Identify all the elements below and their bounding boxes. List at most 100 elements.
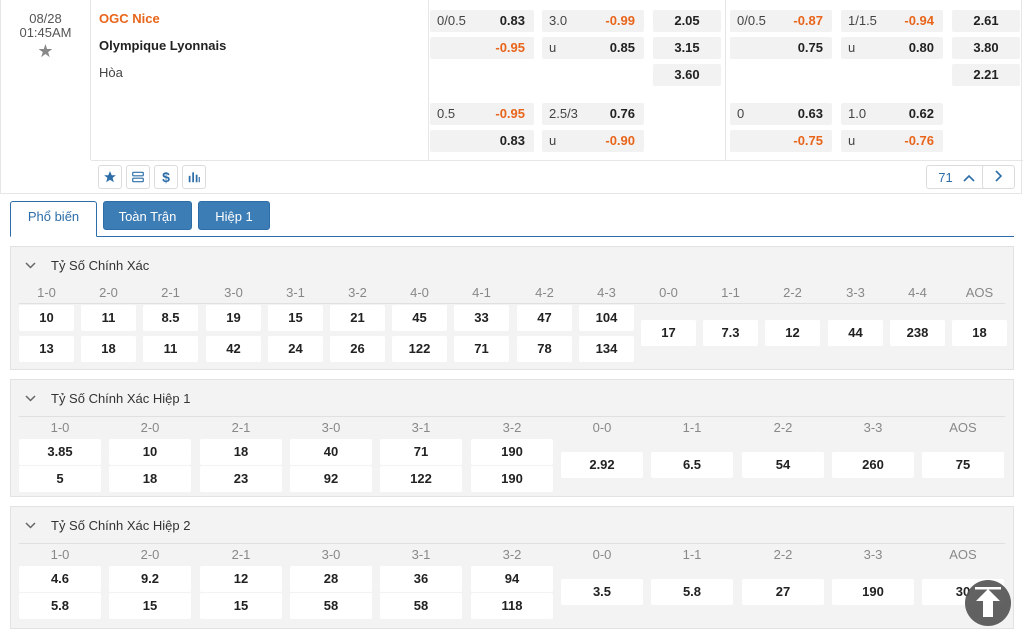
draw-score-odds[interactable]: 2.92	[561, 452, 643, 478]
ft-1x2-draw[interactable]: 3.60	[653, 64, 721, 86]
list-icon[interactable]	[126, 165, 150, 189]
away-score-odds[interactable]: 78	[517, 336, 572, 362]
home-team-name[interactable]: OGC Nice	[99, 12, 226, 39]
home-score-odds[interactable]: 15	[268, 305, 323, 331]
home-score-odds[interactable]: 9.2	[109, 566, 191, 592]
home-score-odds[interactable]: 8.5	[143, 305, 198, 331]
home-score-odds[interactable]: 71	[380, 439, 462, 465]
away-score-odds[interactable]: 118	[471, 593, 553, 619]
h1-1x2-draw[interactable]: 2.21	[952, 64, 1020, 86]
section-header[interactable]: Tỷ Số Chính Xác	[25, 258, 149, 273]
favorite-star-icon[interactable]: ★	[37, 42, 55, 60]
draw-score-odds[interactable]: 3.5	[561, 579, 643, 605]
more-markets-toggle[interactable]: 71	[926, 165, 987, 189]
draw-score-odds[interactable]: 54	[742, 452, 824, 478]
home-score-odds[interactable]: 190	[471, 439, 553, 465]
home-score-odds[interactable]: 21	[330, 305, 385, 331]
draw-score-odds[interactable]: 260	[832, 452, 914, 478]
ft-over-2[interactable]: 2.5/3 0.76	[542, 103, 644, 125]
draw-score-odds[interactable]: 5.8	[651, 579, 733, 605]
away-score-odds[interactable]: 23	[200, 466, 282, 492]
away-score-odds[interactable]: 190	[471, 466, 553, 492]
home-score-odds[interactable]: 18	[200, 439, 282, 465]
ft-handicap-away-1[interactable]: -0.95	[430, 37, 534, 59]
away-score-odds[interactable]: 122	[380, 466, 462, 492]
away-score-odds[interactable]: 71	[454, 336, 509, 362]
ft-handicap-home-1[interactable]: 0/0.5 0.83	[430, 10, 534, 32]
away-score-odds[interactable]: 15	[109, 593, 191, 619]
home-score-odds[interactable]: 10	[19, 305, 74, 331]
ft-1x2-home[interactable]: 2.05	[653, 10, 721, 32]
draw-score-odds[interactable]: 6.5	[651, 452, 733, 478]
draw-score-odds[interactable]: 44	[828, 320, 883, 346]
away-score-odds[interactable]: 15	[200, 593, 282, 619]
ft-over-1[interactable]: 3.0 -0.99	[542, 10, 644, 32]
home-score-odds[interactable]: 19	[206, 305, 261, 331]
home-score-odds[interactable]: 40	[290, 439, 372, 465]
away-score-odds[interactable]: 24	[268, 336, 323, 362]
h1-over-1[interactable]: 1/1.5 -0.94	[841, 10, 943, 32]
odds-value: -0.94	[904, 13, 934, 28]
home-score-odds[interactable]: 36	[380, 566, 462, 592]
h1-handicap-away-1[interactable]: 0.75	[730, 37, 832, 59]
away-team-name[interactable]: Olympique Lyonnais	[99, 39, 226, 66]
home-score-odds[interactable]: 12	[200, 566, 282, 592]
tab-popular[interactable]: Phổ biến	[10, 201, 97, 237]
home-score-odds[interactable]: 3.85	[19, 439, 101, 465]
home-score-odds[interactable]: 104	[579, 305, 634, 331]
h1-under-2[interactable]: u -0.76	[841, 130, 943, 152]
score-label: 3-3	[863, 420, 883, 435]
away-score-odds[interactable]: 134	[579, 336, 634, 362]
h1-handicap-home-1[interactable]: 0/0.5 -0.87	[730, 10, 832, 32]
away-score-odds[interactable]: 92	[290, 466, 372, 492]
draw-score-odds[interactable]: 190	[832, 579, 914, 605]
h1-handicap-home-2[interactable]: 0 0.63	[730, 103, 832, 125]
draw-score-odds[interactable]: 75	[922, 452, 1004, 478]
ft-handicap-home-2[interactable]: 0.5 -0.95	[430, 103, 534, 125]
ft-1x2-away[interactable]: 3.15	[653, 37, 721, 59]
draw-score-odds[interactable]: 12	[765, 320, 820, 346]
away-score-odds[interactable]: 122	[392, 336, 447, 362]
section-header[interactable]: Tỷ Số Chính Xác Hiệp 2	[25, 518, 190, 533]
dollar-icon[interactable]: $	[154, 165, 178, 189]
home-score-odds[interactable]: 10	[109, 439, 191, 465]
away-score-odds[interactable]: 18	[81, 336, 136, 362]
home-score-odds[interactable]: 28	[290, 566, 372, 592]
h1-under-1[interactable]: u 0.80	[841, 37, 943, 59]
star-icon[interactable]	[98, 165, 122, 189]
draw-score-odds[interactable]: 18	[952, 320, 1007, 346]
score-label: 1-1	[682, 547, 702, 562]
draw-score-odds[interactable]: 7.3	[703, 320, 758, 346]
h1-over-2[interactable]: 1.0 0.62	[841, 103, 943, 125]
h1-1x2-away[interactable]: 3.80	[952, 37, 1020, 59]
h1-handicap-away-2[interactable]: -0.75	[730, 130, 832, 152]
next-match-button[interactable]	[982, 165, 1015, 189]
away-score-odds[interactable]: 13	[19, 336, 74, 362]
away-score-odds[interactable]: 5.8	[19, 593, 101, 619]
tab-half-1[interactable]: Hiệp 1	[198, 201, 270, 230]
away-score-odds[interactable]: 18	[109, 466, 191, 492]
draw-score-odds[interactable]: 17	[641, 320, 696, 346]
draw-score-odds[interactable]: 238	[890, 320, 945, 346]
ft-under-2[interactable]: u -0.90	[542, 130, 644, 152]
scroll-to-top-button[interactable]	[965, 580, 1011, 626]
away-score-odds[interactable]: 42	[206, 336, 261, 362]
home-score-odds[interactable]: 45	[392, 305, 447, 331]
ft-handicap-away-2[interactable]: 0.83	[430, 130, 534, 152]
away-score-odds[interactable]: 5	[19, 466, 101, 492]
away-score-odds[interactable]: 58	[380, 593, 462, 619]
ft-under-1[interactable]: u 0.85	[542, 37, 644, 59]
draw-score-odds[interactable]: 27	[742, 579, 824, 605]
home-score-odds[interactable]: 94	[471, 566, 553, 592]
away-score-odds[interactable]: 26	[330, 336, 385, 362]
h1-1x2-home[interactable]: 2.61	[952, 10, 1020, 32]
section-header[interactable]: Tỷ Số Chính Xác Hiệp 1	[25, 391, 190, 406]
home-score-odds[interactable]: 47	[517, 305, 572, 331]
home-score-odds[interactable]: 4.6	[19, 566, 101, 592]
chart-icon[interactable]	[182, 165, 206, 189]
tab-full-match[interactable]: Toàn Trận	[103, 201, 192, 230]
away-score-odds[interactable]: 58	[290, 593, 372, 619]
away-score-odds[interactable]: 11	[143, 336, 198, 362]
home-score-odds[interactable]: 11	[81, 305, 136, 331]
home-score-odds[interactable]: 33	[454, 305, 509, 331]
